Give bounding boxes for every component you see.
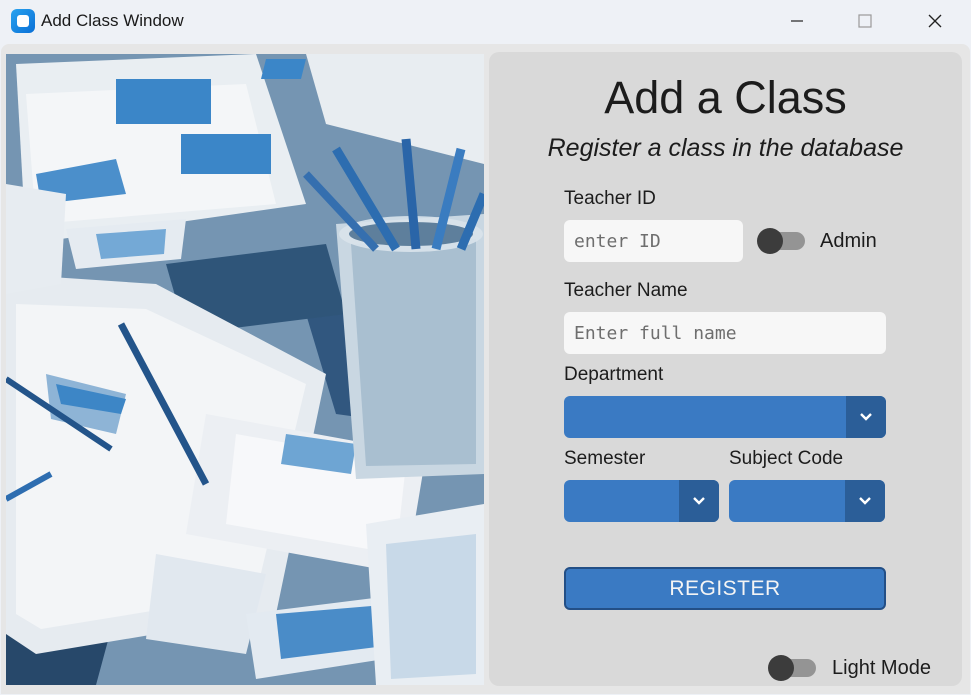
admin-toggle-label: Admin — [820, 230, 877, 252]
minimize-button[interactable] — [774, 0, 820, 42]
maximize-icon — [858, 14, 872, 28]
subject-code-label: Subject Code — [729, 448, 844, 469]
illustration-image — [6, 54, 484, 685]
form-panel: Add a Class Register a class in the data… — [489, 52, 962, 686]
teacher-name-input[interactable] — [564, 312, 886, 354]
minimize-icon — [791, 20, 803, 22]
close-icon — [928, 14, 942, 28]
department-dropdown-arrow[interactable] — [846, 396, 886, 438]
maximize-button[interactable] — [842, 0, 888, 42]
subject-code-dropdown-arrow[interactable] — [845, 480, 885, 522]
chevron-down-icon — [860, 413, 872, 421]
window-title: Add Class Window — [41, 11, 184, 30]
title-bar: Add Class Window — [0, 0, 971, 42]
page-title: Add a Class — [604, 72, 847, 123]
semester-label: Semester — [564, 448, 646, 469]
toggle-knob — [757, 228, 783, 254]
chevron-down-icon — [693, 497, 705, 505]
register-button[interactable]: REGISTER — [564, 567, 886, 610]
page-subtitle: Register a class in the database — [547, 134, 904, 162]
department-dropdown[interactable] — [564, 396, 886, 438]
teacher-name-label: Teacher Name — [564, 280, 688, 301]
semester-dropdown-arrow[interactable] — [679, 480, 719, 522]
app-icon — [11, 9, 35, 33]
semester-dropdown[interactable] — [564, 480, 719, 522]
light-mode-toggle[interactable] — [768, 655, 818, 681]
teacher-id-label: Teacher ID — [564, 188, 656, 209]
teacher-id-input[interactable] — [564, 220, 743, 262]
department-label: Department — [564, 364, 664, 385]
subject-code-dropdown[interactable] — [729, 480, 885, 522]
chevron-down-icon — [859, 497, 871, 505]
light-mode-label: Light Mode — [832, 657, 931, 679]
toggle-knob — [768, 655, 794, 681]
admin-toggle[interactable] — [757, 228, 807, 254]
close-button[interactable] — [912, 0, 958, 42]
